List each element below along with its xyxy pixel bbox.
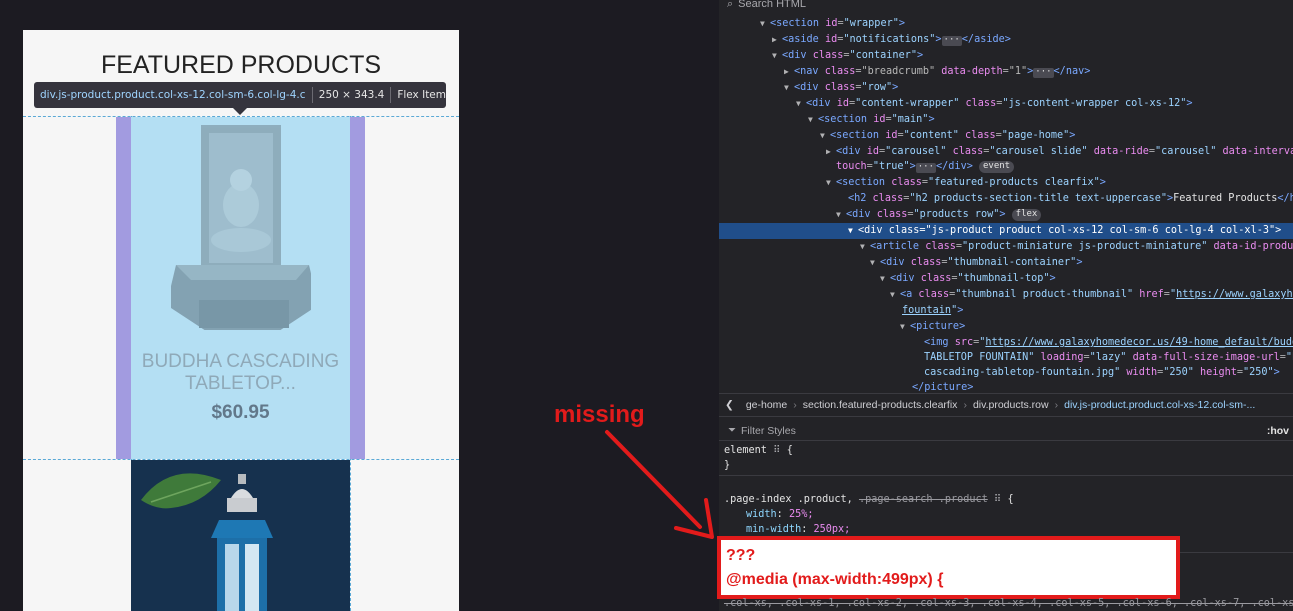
collapse-icon[interactable]: ▼ <box>808 112 818 128</box>
flex-badge[interactable]: flex <box>1011 209 1042 221</box>
hov-toggle[interactable]: :hov <box>1267 425 1289 437</box>
collapse-icon[interactable]: ▼ <box>836 207 846 223</box>
tooltip-dimensions: 250 × 343.4 <box>318 89 385 101</box>
tree-row[interactable]: ▼ <div class="products row"> flex <box>719 207 1293 223</box>
collapse-icon[interactable]: ▼ <box>760 16 770 32</box>
tree-row[interactable]: ▶ <div id="carousel" class="carousel slid… <box>719 144 1293 160</box>
collapse-icon[interactable]: ▼ <box>890 287 900 303</box>
tree-row[interactable]: fountain"> <box>719 303 1293 319</box>
collapse-icon[interactable]: ▼ <box>826 175 836 191</box>
breadcrumb-item[interactable]: ge-home <box>740 399 793 411</box>
missing-annotation: missing <box>554 401 645 428</box>
styles-filter-bar[interactable]: ⏷ Filter Styles :hov <box>719 421 1293 441</box>
expand-icon[interactable]: ▶ <box>826 144 836 160</box>
node-breadcrumbs: ❮ ge-home › section.featured-products.cl… <box>719 393 1293 417</box>
tree-row[interactable]: ▼ <section class="featured-products clear… <box>719 175 1293 191</box>
css-property[interactable]: width <box>724 509 777 520</box>
breadcrumb-item[interactable]: section.featured-products.clearfix <box>797 399 964 411</box>
product-card-lantern[interactable] <box>131 460 350 611</box>
breadcrumb-item[interactable]: div.products.row <box>967 399 1055 411</box>
product-name[interactable]: BUDDHA CASCADING TABLETOP... <box>131 351 350 395</box>
rule-close-brace: } <box>724 460 731 471</box>
filter-icon: ⏷ <box>728 425 736 436</box>
rule-selector-struck: .col-xs, .col-xs-1, .col-xs-2, .col-xs-3… <box>724 598 1293 609</box>
html-search-bar[interactable]: ⌕ Search HTML <box>719 0 1293 13</box>
page-preview: FEATURED PRODUCTS BUDDHA CASCADING TABLE… <box>23 30 459 611</box>
tree-row[interactable]: ▼ <div class="thumbnail-container"> <box>719 255 1293 271</box>
product-card[interactable]: BUDDHA CASCADING TABLETOP... $60.95 <box>131 117 350 459</box>
collapse-icon[interactable]: ▼ <box>860 239 870 255</box>
missing-box-line2: @media (max-width:499px) { <box>726 571 944 588</box>
tree-row[interactable]: ▼ <article class="product-miniature js-pr… <box>719 239 1293 255</box>
missing-media-query-box: ??? @media (max-width:499px) { <box>717 536 1180 599</box>
html-tree: ▼ <section id="wrapper"> ▶ <aside id="noti… <box>719 13 1293 393</box>
ellipsis-badge[interactable]: ··· <box>1033 68 1054 78</box>
devtools-panel: ⌕ Search HTML ▼ <section id="wrapper"> ▶ <… <box>719 0 1293 611</box>
tree-row[interactable]: ▶ <nav class="breadcrumb" data-depth="1">… <box>719 64 1293 80</box>
inspector-tooltip: div.js-product.product.col-xs-12.col-sm-… <box>34 82 446 108</box>
grid-icon[interactable]: ⠿ <box>773 445 780 456</box>
padding-highlight-right <box>350 117 365 459</box>
tooltip-type: Flex Item <box>397 89 446 101</box>
padding-highlight-left <box>116 117 131 459</box>
collapse-icon[interactable]: ▼ <box>870 255 880 271</box>
ellipsis-badge[interactable]: ··· <box>941 36 962 46</box>
product-name-line1: BUDDHA CASCADING <box>141 351 340 372</box>
tree-row[interactable]: ▼ <a class="thumbnail product-thumbnail" … <box>719 287 1293 303</box>
collapse-icon[interactable]: ▼ <box>880 271 890 287</box>
collapse-icon[interactable]: ▼ <box>772 48 782 64</box>
collapse-icon[interactable]: ▼ <box>784 80 794 96</box>
breadcrumb-item-current[interactable]: div.js-product.product.col-xs-12.col-sm-… <box>1058 399 1261 411</box>
rule-open-brace: { <box>1007 494 1014 505</box>
rule-element: element ⠿ { } <box>719 443 1293 476</box>
tree-row[interactable]: TABLETOP FOUNTAIN" loading="lazy" data-f… <box>719 350 1293 366</box>
tree-row[interactable]: ▼ <div class="container"> <box>719 48 1293 64</box>
tree-row[interactable]: <img src="https://www.galaxyhomedecor.us… <box>719 335 1293 351</box>
tree-row[interactable]: cascading-tabletop-fountain.jpg" width="… <box>719 365 1293 381</box>
tree-row[interactable]: touch="true"> ··· </div> event <box>719 159 1293 175</box>
css-value[interactable]: 250px; <box>813 524 850 535</box>
tree-row[interactable]: ▼ <div class="thumbnail-top"> <box>719 271 1293 287</box>
css-value[interactable]: 25%; <box>789 509 814 520</box>
product-image[interactable] <box>171 125 311 345</box>
tree-row[interactable]: ▼ <section id="main"> <box>719 112 1293 128</box>
expand-icon[interactable]: ▶ <box>772 32 782 48</box>
collapse-icon[interactable]: ▼ <box>900 319 910 335</box>
product-price: $60.95 <box>211 402 270 423</box>
tree-row[interactable]: <h2 class="h2 products-section-title tex… <box>719 191 1293 207</box>
expand-icon[interactable]: ▶ <box>784 64 794 80</box>
tooltip-selector: div.js-product.product.col-xs-12.col-sm-… <box>40 89 306 101</box>
tooltip-separator <box>390 87 392 103</box>
tooltip-separator <box>311 87 313 103</box>
breadcrumb-back-icon[interactable]: ❮ <box>719 399 740 411</box>
search-icon: ⌕ <box>727 0 734 10</box>
tree-row[interactable]: ▶ <aside id="notifications"> ··· </aside> <box>719 32 1293 48</box>
product-name-line2: TABLETOP... <box>185 373 296 394</box>
tree-row-selected[interactable]: ▼ <div class="js-product product col-xs-1… <box>719 223 1293 239</box>
grid-icon[interactable]: ⠿ <box>994 494 1001 505</box>
tree-row[interactable]: ▼ <section id="content" class="page-home"… <box>719 128 1293 144</box>
lantern-image[interactable] <box>131 460 350 611</box>
tree-row[interactable]: ▼ <div id="content-wrapper" class="js-con… <box>719 96 1293 112</box>
html-search-input[interactable]: Search HTML <box>738 0 806 10</box>
tree-row[interactable]: ▼ <div class="row"> <box>719 80 1293 96</box>
filter-styles-input[interactable]: Filter Styles <box>741 425 796 437</box>
collapse-icon[interactable]: ▼ <box>848 223 858 239</box>
featured-products-title: FEATURED PRODUCTS <box>100 51 382 79</box>
event-badge[interactable]: event <box>978 161 1015 173</box>
rule-selector-struck: .page-search .product <box>858 494 988 505</box>
tree-row[interactable]: ▼ <picture> <box>719 319 1293 335</box>
missing-box-line1: ??? <box>726 547 756 564</box>
tree-row[interactable]: ▼ <section id="wrapper"> <box>719 16 1293 32</box>
rule-selector: element <box>724 445 767 456</box>
ellipsis-badge[interactable]: ··· <box>915 163 937 173</box>
rule-selector: .page-index .product, <box>724 494 853 505</box>
tooltip-arrow <box>233 108 247 115</box>
css-property[interactable]: min-width <box>724 524 801 535</box>
collapse-icon[interactable]: ▼ <box>796 96 806 112</box>
rule-open-brace: { <box>786 445 793 456</box>
collapse-icon[interactable]: ▼ <box>820 128 830 144</box>
